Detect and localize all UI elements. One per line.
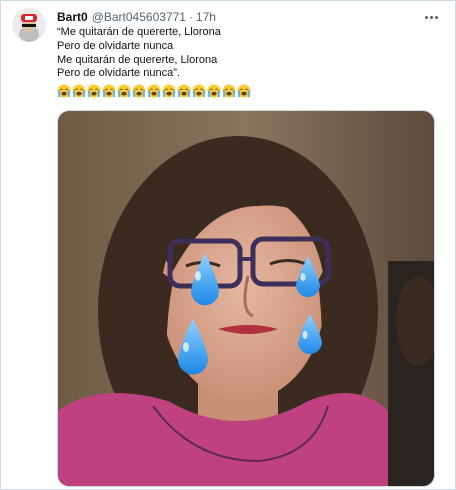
loudly-crying-face-icon — [57, 84, 71, 100]
tweet-line: “Me quitarán de quererte, Llorona — [57, 26, 221, 38]
tweet-header: Bart0 @Bart045603771 · 17h — [57, 8, 444, 26]
tweet-line: Pero de olvidarte nunca”. — [57, 67, 180, 80]
loudly-crying-face-icon — [177, 84, 191, 100]
loudly-crying-face-icon — [72, 84, 86, 100]
display-name[interactable]: Bart0 — [57, 10, 88, 24]
user-handle[interactable]: @Bart045603771 — [92, 10, 186, 24]
loudly-crying-face-icon — [147, 84, 161, 100]
separator: · — [188, 10, 193, 24]
loudly-crying-face-icon — [222, 84, 236, 100]
tweet-line: Me quitarán de quererte, Llorona — [57, 53, 218, 66]
emoji-row — [57, 84, 251, 100]
loudly-crying-face-icon — [87, 84, 101, 100]
loudly-crying-face-icon — [207, 84, 221, 100]
timestamp[interactable]: 17h — [196, 10, 216, 24]
avatar[interactable] — [12, 8, 46, 42]
loudly-crying-face-icon — [132, 84, 146, 100]
loudly-crying-face-icon — [192, 84, 206, 100]
tweet[interactable]: Bart0 @Bart045603771 · 17h “Me quitarán … — [0, 0, 456, 490]
tweet-image[interactable] — [57, 110, 435, 487]
photo-crying-woman — [58, 111, 434, 486]
more-options-icon[interactable] — [422, 9, 440, 25]
tweet-line: Pero de olvidarte nunca — [57, 39, 174, 52]
tweet-text: “Me quitarán de quererte, Llorona Pero d… — [57, 26, 444, 81]
loudly-crying-face-icon — [102, 84, 116, 100]
loudly-crying-face-icon — [162, 84, 176, 100]
loudly-crying-face-icon — [117, 84, 131, 100]
loudly-crying-face-icon — [237, 84, 251, 100]
